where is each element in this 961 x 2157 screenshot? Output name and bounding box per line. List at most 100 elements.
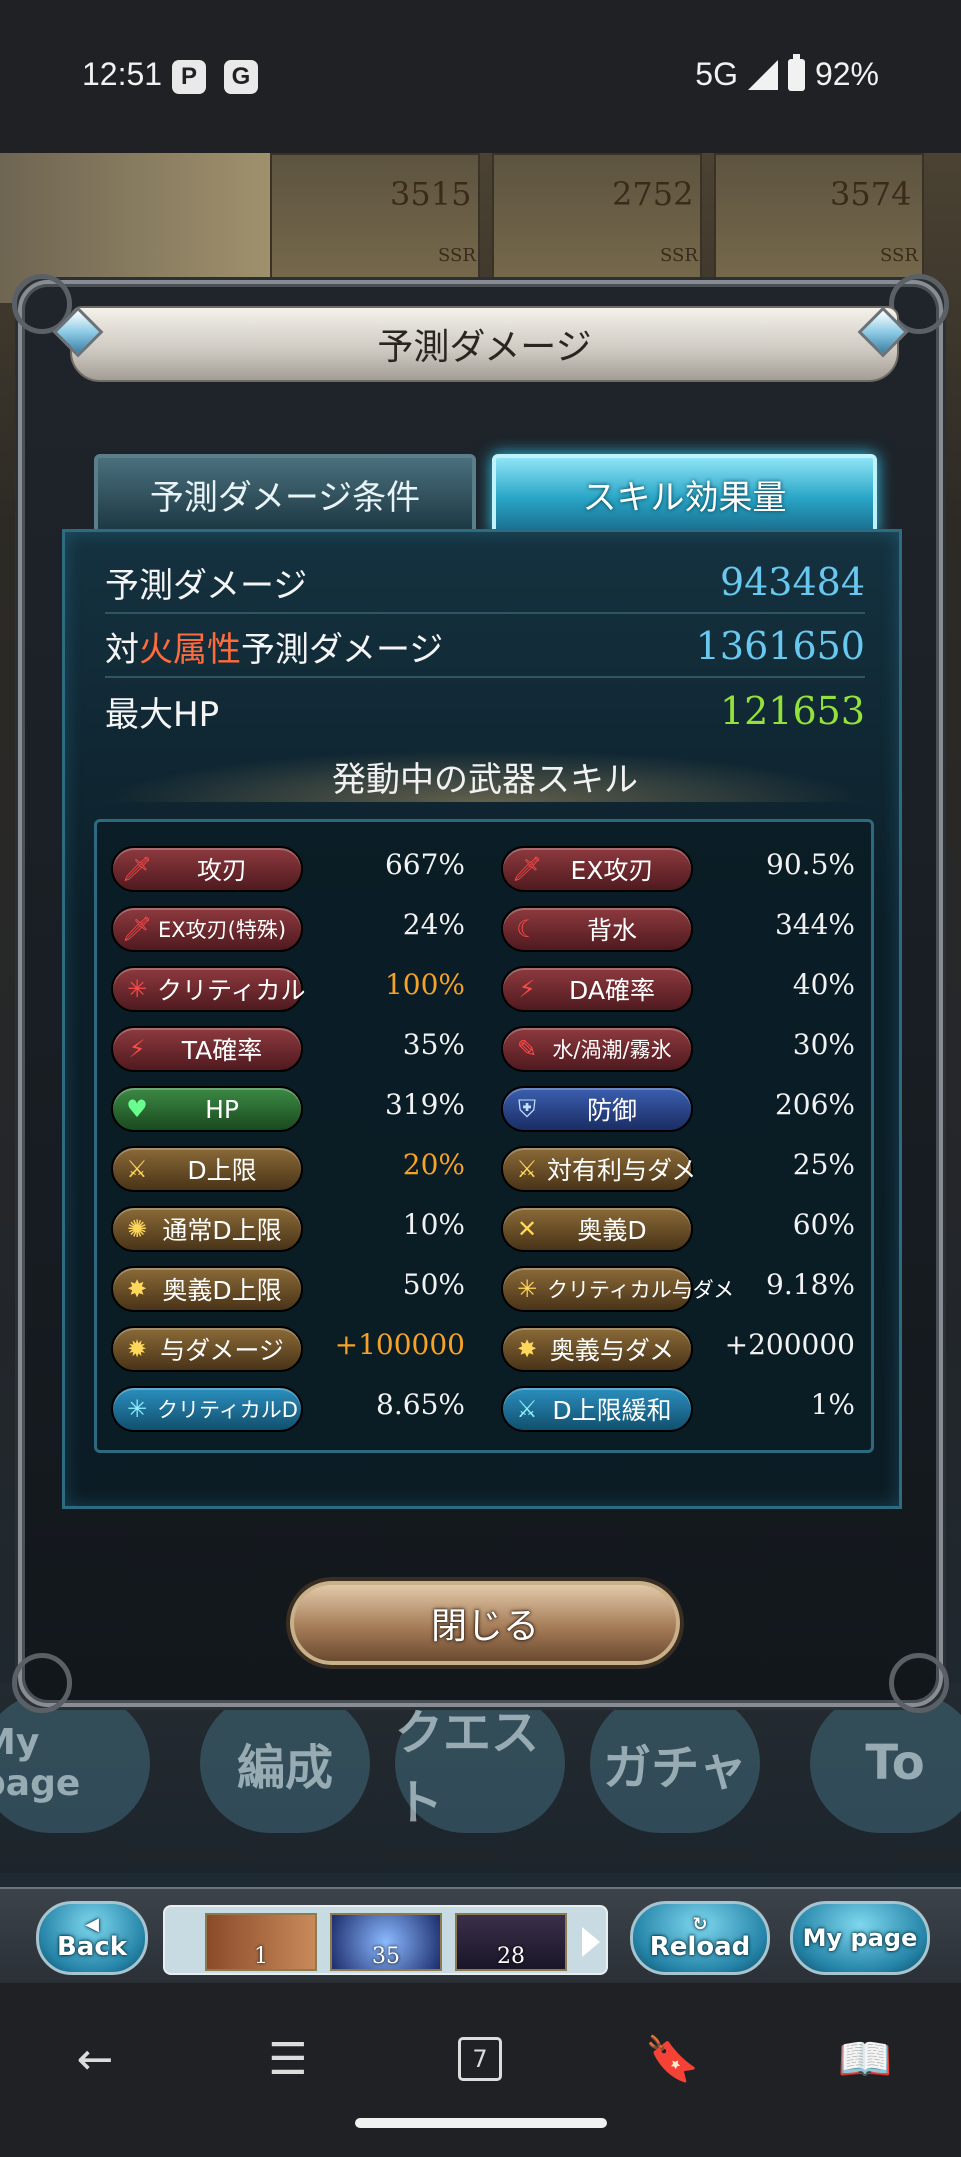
sparkle-icon: ✳: [516, 1275, 538, 1303]
scroll-right-icon[interactable]: [582, 1927, 600, 1957]
skill-cell: ✳ クリティカル与ダメ 9.18%: [487, 1258, 877, 1318]
skill-value: 40%: [792, 968, 855, 1001]
skill-badge: ✎ 水/渦潮/霧氷: [501, 1026, 693, 1072]
double-strike-icon: ⚡: [518, 975, 536, 1003]
corner-ornament: [12, 1653, 72, 1713]
rarity-badge: SSR: [438, 245, 476, 266]
skill-row: ✳ クリティカルD 8.65% ⚔ D上限緩和 1%: [97, 1378, 877, 1438]
skill-value: 100%: [384, 968, 465, 1001]
back-button[interactable]: ◀ Back: [36, 1901, 148, 1975]
skill-row: 🗡 攻刃 667% 🗡 EX攻刃 90.5%: [97, 838, 877, 898]
skill-name: 背水: [586, 916, 637, 945]
skill-value: 344%: [774, 908, 855, 941]
element-damage-value: 1361650: [695, 624, 865, 668]
home-gesture-bar[interactable]: [355, 2118, 607, 2128]
sunburst-icon: ✺: [126, 1215, 148, 1243]
element-damage-label: 対火属性予測ダメージ: [105, 622, 443, 671]
status-time: 12:51: [82, 56, 163, 92]
skill-cell: 🗡 EX攻刃 90.5%: [487, 838, 877, 898]
fire-element-label: 火属性: [139, 629, 241, 670]
predicted-damage-value: 943484: [719, 560, 865, 604]
skill-cell: ✕ 奥義D 60%: [487, 1198, 877, 1258]
skill-row: ✸ 奥義D上限 50% ✳ クリティカル与ダメ 9.18%: [97, 1258, 877, 1318]
rarity-badge: SSR: [880, 245, 918, 266]
recent-tab-count: 28: [497, 1944, 525, 1969]
skill-badge: ✸ 奥義与ダメ: [501, 1326, 693, 1372]
skill-cell: ✳ クリティカル 100%: [97, 958, 487, 1018]
skill-value: 25%: [792, 1148, 855, 1181]
skill-name: HP: [205, 1094, 239, 1124]
sword-up-icon: ⚔: [126, 1155, 148, 1183]
skill-value: 24%: [402, 908, 465, 941]
skill-row: ⚔ D上限 20% ⚔ 対有利与ダメ 25%: [97, 1138, 877, 1198]
skill-value: 206%: [774, 1088, 855, 1121]
tab-damage-conditions[interactable]: 予測ダメージ条件: [94, 454, 476, 534]
skill-value: +100000: [334, 1328, 465, 1361]
skill-cell: ✳ クリティカルD 8.65%: [97, 1378, 487, 1438]
skill-badge: ⚡ DA確率: [501, 966, 693, 1012]
book-icon[interactable]: 📖: [835, 2029, 895, 2089]
element-damage-suffix: 予測ダメージ: [241, 629, 444, 670]
reload-button[interactable]: ↻ Reload: [630, 1901, 770, 1975]
skill-badge: ✸ 奥義D上限: [111, 1266, 303, 1312]
tabs-button[interactable]: 7: [450, 2029, 510, 2089]
skill-cell: ✹ 与ダメージ +100000: [97, 1318, 487, 1378]
close-label: 閉じる: [430, 1606, 539, 1647]
skill-name: 奥義D: [577, 1216, 647, 1245]
cross-icon: ✕: [516, 1215, 538, 1243]
tab-skill-effects[interactable]: スキル効果量: [492, 454, 877, 534]
skill-name: EX攻刃(特殊): [157, 918, 287, 942]
skill-cell: ♥ HP 319%: [97, 1078, 487, 1138]
skill-name: 水/渦潮/霧氷: [552, 1038, 672, 1062]
predicted-damage-label: 予測ダメージ: [105, 565, 308, 606]
recent-tab-count: 35: [372, 1944, 400, 1969]
crescent-icon: ☾: [516, 915, 538, 943]
background-stat: 3574: [830, 175, 912, 213]
recent-tab-thumb[interactable]: 28: [455, 1913, 567, 1971]
corner-ornament: [889, 1653, 949, 1713]
predicted-damage-row: 予測ダメージ 943484: [105, 552, 865, 614]
menu-icon[interactable]: ☰: [258, 2029, 318, 2089]
skill-badge: ✕ 奥義D: [501, 1206, 693, 1252]
recent-tab-thumb[interactable]: 1: [205, 1913, 317, 1971]
skill-name: 奥義与ダメ: [549, 1336, 675, 1365]
skill-badge: ✳ クリティカルD: [111, 1386, 303, 1432]
skill-name: EX攻刃: [570, 856, 654, 885]
bookmark-add-icon[interactable]: 🔖: [642, 2029, 702, 2089]
skill-name: 与ダメージ: [160, 1336, 284, 1365]
skill-row: ✹ 与ダメージ +100000 ✸ 奥義与ダメ +200000: [97, 1318, 877, 1378]
back-arrow-icon[interactable]: ←: [65, 2029, 125, 2089]
max-hp-label: 最大HP: [105, 694, 220, 735]
skill-name: 防御: [586, 1096, 637, 1125]
skill-row: ✳ クリティカル 100% ⚡ DA確率 40%: [97, 958, 877, 1018]
skill-cell: ⚔ D上限緩和 1%: [487, 1378, 877, 1438]
skill-badge: 🗡 EX攻刃: [501, 846, 693, 892]
skill-cell: ☾ 背水 344%: [487, 898, 877, 958]
nav-gacha: ガチャ: [590, 1693, 760, 1833]
max-hp-row: 最大HP 121653: [105, 680, 865, 742]
browser-nav-bar: ← ☰ 7 🔖 📖: [0, 1983, 961, 2157]
dialog-title-bar: 予測ダメージ: [70, 306, 899, 382]
active-skills-heading: 発動中の武器スキル: [105, 750, 865, 802]
burst-icon: ✳: [126, 975, 148, 1003]
nav-mypage: My page: [0, 1693, 150, 1833]
status-bar: 12:51 P G 5G 92%: [0, 0, 961, 153]
skill-name: 攻刃: [196, 856, 247, 885]
skill-name: D上限: [187, 1156, 257, 1185]
triple-strike-icon: ⚡: [128, 1035, 146, 1063]
skill-value: 10%: [402, 1208, 465, 1241]
element-damage-row: 対火属性予測ダメージ 1361650: [105, 616, 865, 678]
status-right: 5G 92%: [695, 53, 879, 93]
skill-name: クリティカル与ダメ: [547, 1278, 735, 1302]
skill-badge: ⚔ D上限: [111, 1146, 303, 1192]
shield-icon: ⛨: [518, 1095, 536, 1123]
skill-name: 奥義D上限: [162, 1276, 282, 1305]
recent-tabs-strip: 1 35 28: [163, 1905, 608, 1975]
skill-badge: ⚔ 対有利与ダメ: [501, 1146, 696, 1192]
recent-tab-thumb[interactable]: 35: [330, 1913, 442, 1971]
star-burst-icon: ✸: [126, 1275, 148, 1303]
close-button[interactable]: 閉じる: [290, 1581, 680, 1665]
mypage-button[interactable]: My page: [790, 1901, 930, 1975]
recent-tab-count: 1: [254, 1944, 268, 1969]
skill-name: 対有利与ダメ: [547, 1156, 697, 1185]
